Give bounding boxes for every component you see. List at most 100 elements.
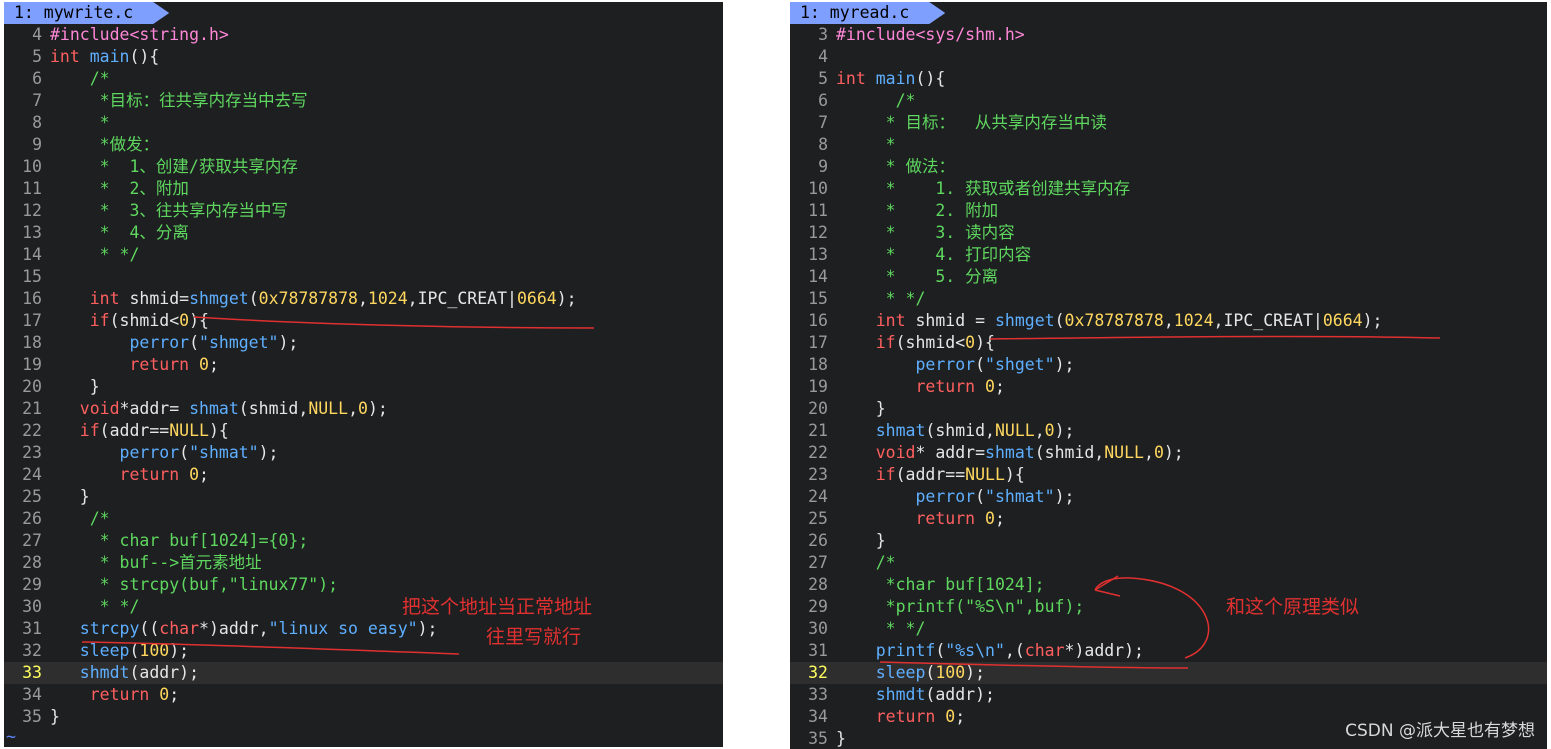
right-code-token: * 4. 打印内容: [836, 245, 1032, 264]
left-code-line[interactable]: 15: [4, 266, 723, 288]
right-code-line[interactable]: 17 if(shmid<0){: [790, 332, 1547, 354]
left-code-token: );: [258, 443, 279, 462]
right-line-number: 7: [818, 113, 828, 132]
left-file-tab[interactable]: 1: mywrite.c: [4, 2, 169, 24]
left-code-line[interactable]: 20 }: [4, 376, 723, 398]
left-code-line[interactable]: 29 * strcpy(buf,"linux77");: [4, 574, 723, 596]
left-line-number: 25: [22, 487, 42, 506]
right-code-token: 0: [985, 377, 995, 396]
left-code-line[interactable]: 8 *: [4, 112, 723, 134]
right-code-line[interactable]: 33 shmdt(addr);: [790, 684, 1547, 706]
right-code-token: 100: [935, 663, 966, 682]
left-code-line[interactable]: 10 * 1、创建/获取共享内存: [4, 156, 723, 178]
left-code-token: shmdt: [50, 663, 130, 682]
right-code-line[interactable]: 4: [790, 46, 1547, 68]
right-code-line[interactable]: 20 }: [790, 398, 1547, 420]
left-code-line[interactable]: 6 /*: [4, 68, 723, 90]
right-code-line[interactable]: 26 }: [790, 530, 1547, 552]
left-code-line[interactable]: 30 * */: [4, 596, 723, 618]
right-code-token: ;: [955, 707, 966, 726]
right-code-line[interactable]: 21 shmat(shmid,NULL,0);: [790, 420, 1547, 442]
right-code-area[interactable]: 3 #include<sys/shm.h> 4 5 int main(){6 /* 7 *…: [790, 24, 1547, 749]
right-code-line[interactable]: 22 void* addr=shmat(shmid,NULL,0);: [790, 442, 1547, 464]
right-code-token: /*: [836, 553, 896, 572]
left-code-token: ;: [208, 355, 219, 374]
left-code-line[interactable]: 17 if(shmid<0){: [4, 310, 723, 332]
right-code-line[interactable]: 8 *: [790, 134, 1547, 156]
right-code-line[interactable]: 32 sleep(100);: [790, 662, 1547, 684]
right-code-token: (: [925, 663, 936, 682]
left-code-token: * 1、创建/获取共享内存: [50, 157, 298, 176]
left-code-line[interactable]: 32 sleep(100);: [4, 640, 723, 662]
left-code-line[interactable]: 5 int main(){: [4, 46, 723, 68]
left-code-token: if: [50, 421, 100, 440]
right-code-line[interactable]: 7 * 目标： 从共享内存当中读: [790, 112, 1547, 134]
right-code-line[interactable]: 6 /*: [790, 90, 1547, 112]
right-code-line[interactable]: 30 * */: [790, 618, 1547, 640]
left-code-line[interactable]: 26 /*: [4, 508, 723, 530]
right-code-token: return: [836, 707, 946, 726]
left-code-token: (addr==: [99, 421, 170, 440]
right-line-number: 29: [808, 597, 828, 616]
right-code-line[interactable]: 11 * 2. 附加: [790, 200, 1547, 222]
left-code-token: main: [89, 47, 130, 66]
right-code-token: );: [965, 663, 986, 682]
left-code-line[interactable]: 21 void*addr= shmat(shmid,NULL,0);: [4, 398, 723, 420]
left-code-token: ,IPC_CREAT|: [407, 289, 517, 308]
left-code-line[interactable]: 7 *目标：往共享内存当中去写: [4, 90, 723, 112]
left-code-token: }: [50, 707, 60, 726]
right-code-token: (: [975, 355, 986, 374]
right-code-line[interactable]: 12 * 3. 读内容: [790, 222, 1547, 244]
left-code-line[interactable]: 35}: [4, 706, 723, 728]
right-code-line[interactable]: 13 * 4. 打印内容: [790, 244, 1547, 266]
right-line-number: 35: [808, 729, 828, 748]
right-code-line[interactable]: 23 if(addr==NULL){: [790, 464, 1547, 486]
right-code-line[interactable]: 31 printf("%s\n",(char*)addr);: [790, 640, 1547, 662]
left-code-token: ;: [169, 685, 180, 704]
left-line-number: 4: [32, 25, 42, 44]
left-code-line[interactable]: 18 perror("shmget");: [4, 332, 723, 354]
right-code-line[interactable]: 14 * 5. 分离: [790, 266, 1547, 288]
right-code-line[interactable]: 29 *printf("%S\n",buf);: [790, 596, 1547, 618]
left-code-line[interactable]: 4 #include<string.h>: [4, 24, 723, 46]
right-code-token: (: [975, 487, 986, 506]
left-code-line[interactable]: 25 }: [4, 486, 723, 508]
right-file-tab[interactable]: 1: myread.c: [790, 2, 945, 24]
left-code-line[interactable]: 27 * char buf[1024]={0};: [4, 530, 723, 552]
left-code-line[interactable]: 16 int shmid=shmget(0x78787878,1024,IPC_…: [4, 288, 723, 310]
right-code-line[interactable]: 10 * 1. 获取或者创建共享内存: [790, 178, 1547, 200]
left-code-line[interactable]: 28 * buf-->首元素地址: [4, 552, 723, 574]
right-code-line[interactable]: 3 #include<sys/shm.h>: [790, 24, 1547, 46]
left-code-line[interactable]: 22 if(addr==NULL){: [4, 420, 723, 442]
right-code-line[interactable]: 27 /*: [790, 552, 1547, 574]
right-editor-pane[interactable]: 1: myread.c 3 #include<sys/shm.h> 4 5 int ma…: [790, 2, 1547, 749]
left-code-line[interactable]: 24 return 0;: [4, 464, 723, 486]
right-code-line[interactable]: 25 return 0;: [790, 508, 1547, 530]
right-code-line[interactable]: 5 int main(){: [790, 68, 1547, 90]
right-code-token: "%s\n": [945, 641, 1005, 660]
right-code-line[interactable]: 19 return 0;: [790, 376, 1547, 398]
right-code-line[interactable]: 16 int shmid = shmget(0x78787878,1024,IP…: [790, 310, 1547, 332]
left-code-line[interactable]: 14 * */: [4, 244, 723, 266]
left-annotation-note-2: 往里写就行: [486, 626, 582, 648]
left-code-line[interactable]: 31 strcpy((char*)addr,"linux so easy");: [4, 618, 723, 640]
left-code-line[interactable]: 12 * 3、往共享内存当中写: [4, 200, 723, 222]
left-code-token: * char buf[1024]={0};: [50, 531, 309, 550]
left-code-area[interactable]: 4 #include<string.h> 5 int main(){6 /* 7 *目标…: [4, 24, 723, 728]
left-code-line[interactable]: 19 return 0;: [4, 354, 723, 376]
right-code-line[interactable]: 28 *char buf[1024];: [790, 574, 1547, 596]
right-code-line[interactable]: 9 * 做法：: [790, 156, 1547, 178]
right-code-token: (shmid<: [895, 333, 966, 352]
left-editor-pane[interactable]: 1: mywrite.c 4 #include<string.h> 5 int mai…: [4, 2, 723, 747]
right-code-line[interactable]: 24 perror("shmat");: [790, 486, 1547, 508]
left-code-token: (: [189, 333, 200, 352]
left-code-token: shmget: [189, 289, 249, 308]
left-code-line[interactable]: 11 * 2、附加: [4, 178, 723, 200]
left-code-line[interactable]: 9 *做发：: [4, 134, 723, 156]
left-code-line[interactable]: 23 perror("shmat");: [4, 442, 723, 464]
left-code-line[interactable]: 13 * 4、分离: [4, 222, 723, 244]
right-code-line[interactable]: 18 perror("shget");: [790, 354, 1547, 376]
right-code-line[interactable]: 15 * */: [790, 288, 1547, 310]
left-code-line[interactable]: 34 return 0;: [4, 684, 723, 706]
left-code-line[interactable]: 33 shmdt(addr);: [4, 662, 723, 684]
